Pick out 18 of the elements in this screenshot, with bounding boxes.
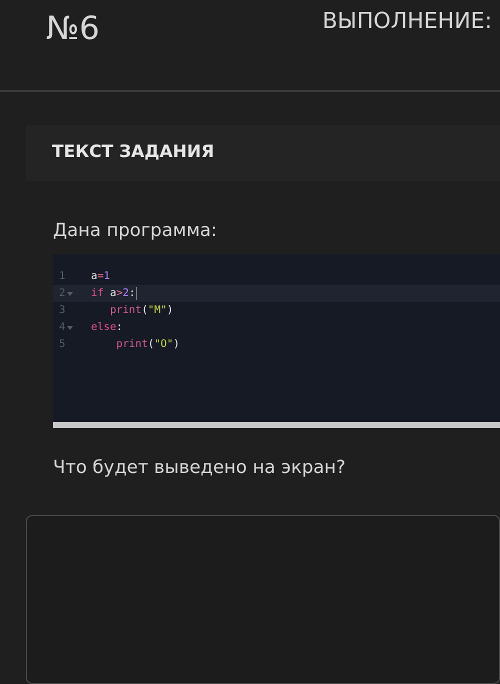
fold-caret-icon[interactable] <box>67 326 74 330</box>
intro-text: Дана программа: <box>53 220 217 241</box>
scrollbar[interactable] <box>53 422 500 428</box>
text-cursor <box>136 286 138 300</box>
code-line: print("M") <box>108 302 174 318</box>
question-text: Что будет выведено на экран? <box>53 457 346 478</box>
task-number: №6 <box>46 8 100 48</box>
status-label: ВЫПОЛНЕНИЕ: <box>322 8 492 36</box>
card-title: ТЕКСТ ЗАДАНИЯ <box>52 141 214 164</box>
fold-caret-icon[interactable] <box>67 292 74 296</box>
code-line: if a>2: <box>91 286 136 301</box>
line-number: 1 <box>59 268 66 284</box>
code-line: print("O") <box>115 336 180 352</box>
line-number: 5 <box>59 336 66 352</box>
code-line: else: <box>91 320 123 335</box>
code-line: a=1 <box>91 268 110 284</box>
line-number: 3 <box>59 302 66 318</box>
line-number: 4 <box>59 320 66 335</box>
